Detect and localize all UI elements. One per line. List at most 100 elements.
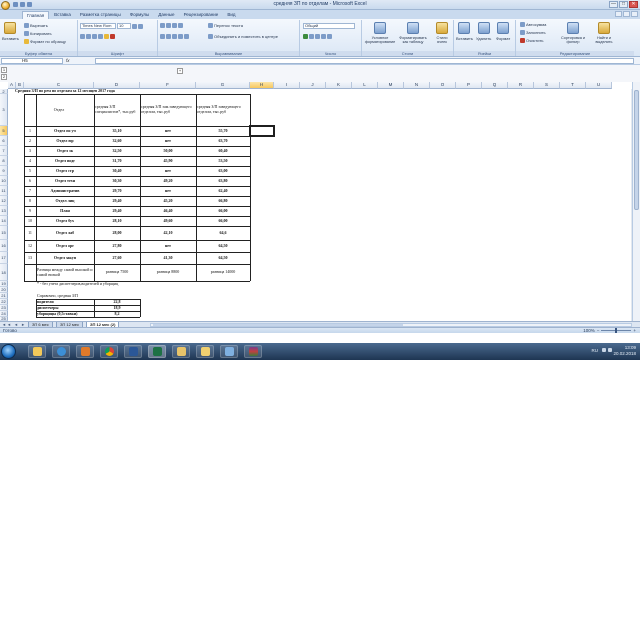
tab-data[interactable]: Данные <box>154 11 178 19</box>
column-header[interactable]: B <box>16 82 24 89</box>
dept-name[interactable]: Отдел лаб <box>36 226 94 240</box>
row-number[interactable]: 3 <box>24 146 36 156</box>
value-head[interactable]: 63,70 <box>196 136 250 146</box>
borders-icon[interactable] <box>98 34 103 39</box>
align-bottom-icon[interactable] <box>172 23 177 28</box>
column-header[interactable]: D <box>94 82 140 89</box>
column-header[interactable]: S <box>534 82 560 89</box>
tab-home[interactable]: Главная <box>22 11 50 19</box>
row-number[interactable]: 2 <box>24 136 36 146</box>
column-header[interactable]: T <box>560 82 586 89</box>
row-number[interactable]: 9 <box>24 206 36 216</box>
tab-insert[interactable]: Вставка <box>50 11 75 19</box>
row-number[interactable]: 1 <box>24 126 36 136</box>
row-number[interactable]: 7 <box>24 186 36 196</box>
row-header[interactable]: 10 <box>0 176 8 186</box>
dept-name[interactable]: Отдел юр <box>36 136 94 146</box>
italic-icon[interactable] <box>86 34 91 39</box>
row-number[interactable]: 10 <box>24 216 36 226</box>
percent-icon[interactable] <box>309 34 314 39</box>
column-header[interactable]: P <box>456 82 482 89</box>
dept-name[interactable]: Отдел бух <box>36 216 94 226</box>
files-taskbar-icon[interactable] <box>172 345 190 358</box>
network-icon[interactable] <box>602 348 606 352</box>
dept-name[interactable]: Отдел закуп <box>36 252 94 264</box>
dept-name[interactable]: Отдел лиц <box>36 196 94 206</box>
row-header[interactable]: 8 <box>0 156 8 166</box>
row-header[interactable]: 16 <box>0 240 8 252</box>
start-button[interactable] <box>1 344 16 359</box>
value-head[interactable]: 64,6 <box>196 226 250 240</box>
excel-taskbar-icon[interactable] <box>148 345 166 358</box>
column-header[interactable]: L <box>352 82 378 89</box>
tab-page-layout[interactable]: Разметка страницы <box>76 11 125 19</box>
dept-name[interactable]: План <box>36 206 94 216</box>
row-number[interactable]: 13 <box>24 252 36 264</box>
value-head[interactable]: 64,50 <box>196 252 250 264</box>
value-head[interactable]: 64,50 <box>196 240 250 252</box>
tab-formulas[interactable]: Формулы <box>126 11 154 19</box>
row-header[interactable]: 7 <box>0 146 8 156</box>
value-deputy[interactable]: 49,20 <box>140 176 196 186</box>
value-deputy[interactable]: 45,20 <box>140 196 196 206</box>
window-taskbar-icon[interactable] <box>220 345 238 358</box>
value-specialist[interactable]: 29,40 <box>94 206 140 216</box>
value-head[interactable]: 66,00 <box>196 206 250 216</box>
orientation-icon[interactable] <box>178 23 183 28</box>
zoom-slider-knob[interactable] <box>615 328 618 333</box>
cut-button[interactable]: Вырезать <box>24 23 48 28</box>
fill-color-icon[interactable] <box>104 34 109 39</box>
dept-name[interactable]: Отдел по уч <box>36 126 94 136</box>
zoom-out-icon[interactable]: − <box>597 328 600 333</box>
row-header[interactable]: 17 <box>0 252 8 264</box>
row-header[interactable]: 9 <box>0 166 8 176</box>
minimize-button[interactable]: — <box>609 1 618 8</box>
value-head[interactable]: 63,80 <box>196 176 250 186</box>
doc-minimize-button[interactable] <box>615 11 622 17</box>
number-format-select[interactable]: Общий <box>303 23 355 29</box>
row-number[interactable]: 4 <box>24 156 36 166</box>
shrink-font-icon[interactable] <box>138 23 143 29</box>
column-header[interactable]: J <box>300 82 326 89</box>
value-specialist[interactable]: 28,10 <box>94 216 140 226</box>
diff-label[interactable]: Разница между самой высокой и самой низк… <box>36 264 94 281</box>
sort-filter-button[interactable]: Сортировка и фильтр <box>558 22 588 44</box>
value-specialist[interactable]: 27,80 <box>94 240 140 252</box>
row-header[interactable]: 5 <box>0 126 8 136</box>
header-avg-deputy[interactable]: средняя З/П зам.заведующего отделом, тыс… <box>140 94 196 126</box>
font-color-icon[interactable] <box>110 34 115 39</box>
row-header[interactable]: 14 <box>0 216 8 226</box>
dept-name[interactable]: Отдел техн <box>36 176 94 186</box>
ie-taskbar-icon[interactable] <box>52 345 70 358</box>
wrap-text-button[interactable]: Перенос текста <box>208 23 243 28</box>
word-taskbar-icon[interactable] <box>124 345 142 358</box>
decrease-decimal-icon[interactable] <box>327 34 332 39</box>
name-box[interactable]: H5 <box>1 58 63 64</box>
decrease-indent-icon[interactable] <box>178 34 183 39</box>
column-header[interactable]: N <box>404 82 430 89</box>
explorer-taskbar-icon[interactable] <box>28 345 46 358</box>
align-right-icon[interactable] <box>172 34 177 39</box>
cell-styles-button[interactable]: Стили ячеек <box>432 22 452 44</box>
diff-specialist[interactable]: разница 7500 <box>94 264 140 281</box>
value-specialist[interactable]: 35,10 <box>94 126 140 136</box>
chrome-taskbar-icon[interactable] <box>100 345 118 358</box>
value-specialist[interactable]: 30,40 <box>94 166 140 176</box>
language-indicator[interactable]: RU <box>592 348 599 353</box>
archive-taskbar-icon[interactable] <box>244 345 262 358</box>
value-specialist[interactable]: 29,70 <box>94 186 140 196</box>
conditional-format-button[interactable]: Условное форматирование <box>365 22 395 44</box>
merge-center-button[interactable]: Объединить и поместить в центре <box>208 34 278 39</box>
value-head[interactable]: 55,70 <box>196 126 250 136</box>
outline-expand-button[interactable]: + <box>177 68 183 74</box>
value-deputy[interactable]: 50,00 <box>140 146 196 156</box>
value-head[interactable]: 63,00 <box>196 166 250 176</box>
font-size-select[interactable]: 10 <box>117 23 131 29</box>
value-deputy[interactable]: 49,60 <box>140 216 196 226</box>
value-specialist[interactable]: 32,60 <box>94 136 140 146</box>
maximize-button[interactable]: □ <box>619 1 628 8</box>
value-head[interactable]: 66,80 <box>196 196 250 206</box>
column-header[interactable]: M <box>378 82 404 89</box>
diff-deputy[interactable]: разница 8800 <box>140 264 196 281</box>
row-number[interactable]: 8 <box>24 196 36 206</box>
